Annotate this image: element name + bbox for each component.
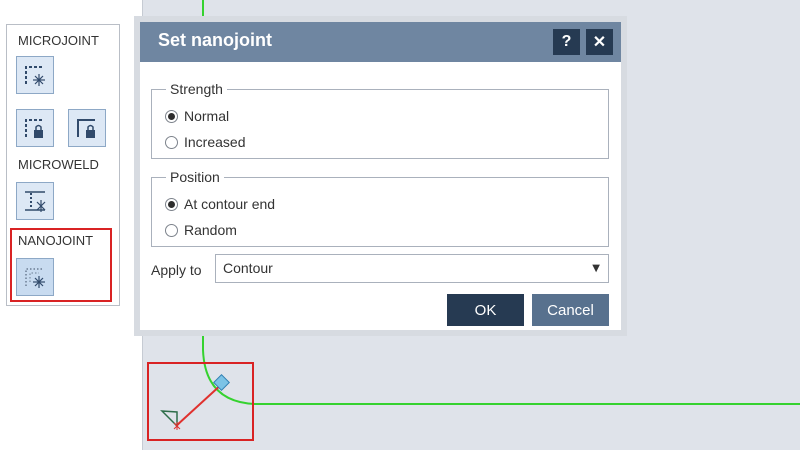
- nanojoint-icon: [25, 268, 45, 288]
- microjoint-icon: [25, 66, 45, 86]
- apply-to-label: Apply to: [151, 262, 202, 278]
- strength-legend: Strength: [170, 81, 223, 97]
- radio-unchecked-icon[interactable]: [165, 223, 178, 237]
- apply-to-value: Contour: [223, 260, 273, 276]
- microjoint-lock-alt-icon: [77, 119, 95, 138]
- microjoint-button[interactable]: [16, 56, 54, 94]
- strength-option-increased[interactable]: Increased: [165, 134, 245, 150]
- radio-label: Normal: [184, 108, 230, 124]
- microweld-button[interactable]: [16, 182, 54, 220]
- nanojoint-marker-line: [175, 382, 224, 427]
- apply-to-select[interactable]: Contour ▼: [215, 254, 609, 283]
- radio-label: Increased: [184, 134, 246, 150]
- position-option-contour-end[interactable]: At contour end: [165, 196, 275, 212]
- microweld-group-label: MICROWELD: [18, 157, 99, 172]
- close-icon: ✕: [592, 34, 607, 51]
- dialog-title: Set nanojoint: [158, 30, 272, 50]
- position-option-random[interactable]: Random: [165, 222, 237, 238]
- microweld-icon: [25, 191, 46, 212]
- contour-line-lower: [202, 336, 800, 405]
- position-legend: Position: [170, 169, 220, 185]
- microjoint-group-label: MICROJOINT: [18, 33, 99, 48]
- dropdown-arrow-icon: ▼: [592, 263, 600, 274]
- ok-button[interactable]: OK: [447, 294, 524, 326]
- radio-label: Random: [184, 222, 237, 238]
- help-button[interactable]: ?: [553, 29, 580, 55]
- nanojoint-star-icon: [173, 422, 181, 430]
- radio-label: At contour end: [184, 196, 276, 212]
- radio-checked-icon[interactable]: [165, 109, 178, 123]
- microjoint-lock-button[interactable]: [16, 109, 54, 147]
- nanojoint-button[interactable]: [16, 258, 54, 296]
- dialog-body: Set nanojoint ? ✕ Strength Normal Increa…: [140, 22, 621, 330]
- radio-unchecked-icon[interactable]: [165, 135, 178, 149]
- position-group: Position At contour end Random: [151, 169, 609, 247]
- set-nanojoint-dialog: Set nanojoint ? ✕ Strength Normal Increa…: [134, 16, 627, 336]
- microjoint-lock-alt-button[interactable]: [68, 109, 106, 147]
- radio-checked-icon[interactable]: [165, 197, 178, 211]
- dialog-titlebar[interactable]: Set nanojoint ? ✕: [140, 22, 621, 62]
- joint-tool-panel: MICROJOINT MICROWELD NANOJOINT: [6, 24, 120, 306]
- cancel-button[interactable]: Cancel: [532, 294, 609, 326]
- strength-option-normal[interactable]: Normal: [165, 108, 229, 124]
- strength-group: Strength Normal Increased: [151, 81, 609, 159]
- help-icon: ?: [561, 33, 572, 50]
- nanojoint-group-label: NANOJOINT: [18, 233, 94, 248]
- close-button[interactable]: ✕: [586, 29, 613, 55]
- microjoint-lock-icon: [25, 119, 43, 138]
